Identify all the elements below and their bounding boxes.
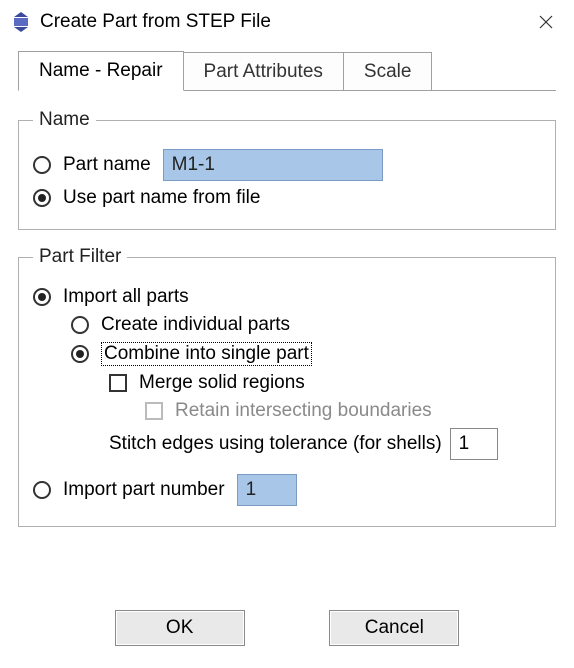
button-row: OK Cancel <box>0 592 574 668</box>
row-create-individual: Create individual parts <box>71 314 541 336</box>
radio-use-file-name[interactable] <box>33 189 51 207</box>
group-part-filter: Part Filter Import all parts Create indi… <box>18 246 556 527</box>
ok-button-label: OK <box>166 617 193 639</box>
radio-import-number[interactable] <box>33 481 51 499</box>
row-use-file-name: Use part name from file <box>33 187 541 209</box>
close-icon <box>538 14 554 30</box>
tab-strip: Name - Repair Part Attributes Scale <box>0 44 574 90</box>
legend-part-filter: Part Filter <box>33 246 127 268</box>
radio-part-name[interactable] <box>33 156 51 174</box>
tab-scale[interactable]: Scale <box>343 52 433 91</box>
input-import-number[interactable]: 1 <box>237 474 297 506</box>
radio-create-individual[interactable] <box>71 316 89 334</box>
tab-panel-name-repair: Name Part name M1-1 Use part name from f… <box>0 91 574 592</box>
cancel-button-label: Cancel <box>365 617 424 639</box>
input-part-name[interactable]: M1-1 <box>163 149 383 181</box>
tab-label: Scale <box>364 61 412 82</box>
titlebar: Create Part from STEP File <box>0 0 574 44</box>
cancel-button[interactable]: Cancel <box>329 610 459 646</box>
tab-part-attributes[interactable]: Part Attributes <box>183 52 344 91</box>
label-combine-single: Combine into single part <box>101 342 312 366</box>
dialog-title: Create Part from STEP File <box>40 11 271 33</box>
label-import-all: Import all parts <box>63 286 189 308</box>
row-stitch-tolerance: Stitch edges using tolerance (for shells… <box>109 428 541 460</box>
close-button[interactable] <box>524 0 568 44</box>
row-import-all: Import all parts <box>33 286 541 308</box>
checkbox-retain-boundaries <box>145 402 163 420</box>
legend-name: Name <box>33 109 96 131</box>
tab-name-repair[interactable]: Name - Repair <box>18 51 184 91</box>
row-retain-boundaries: Retain intersecting boundaries <box>145 400 541 422</box>
tab-label: Part Attributes <box>204 61 323 82</box>
checkbox-merge-solids[interactable] <box>109 374 127 392</box>
group-name: Name Part name M1-1 Use part name from f… <box>18 109 556 230</box>
label-create-individual: Create individual parts <box>101 314 290 336</box>
label-import-number: Import part number <box>63 479 225 501</box>
app-icon <box>10 11 32 33</box>
radio-import-all[interactable] <box>33 288 51 306</box>
row-part-name: Part name M1-1 <box>33 149 541 181</box>
radio-combine-single[interactable] <box>71 345 89 363</box>
row-merge-solids: Merge solid regions <box>109 372 541 394</box>
label-stitch-tolerance: Stitch edges using tolerance (for shells… <box>109 433 442 455</box>
label-retain-boundaries: Retain intersecting boundaries <box>175 400 432 422</box>
row-import-number: Import part number 1 <box>33 474 541 506</box>
label-use-file-name: Use part name from file <box>63 187 260 209</box>
input-stitch-tolerance[interactable]: 1 <box>450 428 498 460</box>
row-combine-single: Combine into single part <box>71 342 541 366</box>
label-merge-solids: Merge solid regions <box>139 372 305 394</box>
ok-button[interactable]: OK <box>115 610 245 646</box>
tab-label: Name - Repair <box>39 60 163 81</box>
label-part-name: Part name <box>63 154 151 176</box>
dialog-window: Create Part from STEP File Name - Repair… <box>0 0 574 668</box>
